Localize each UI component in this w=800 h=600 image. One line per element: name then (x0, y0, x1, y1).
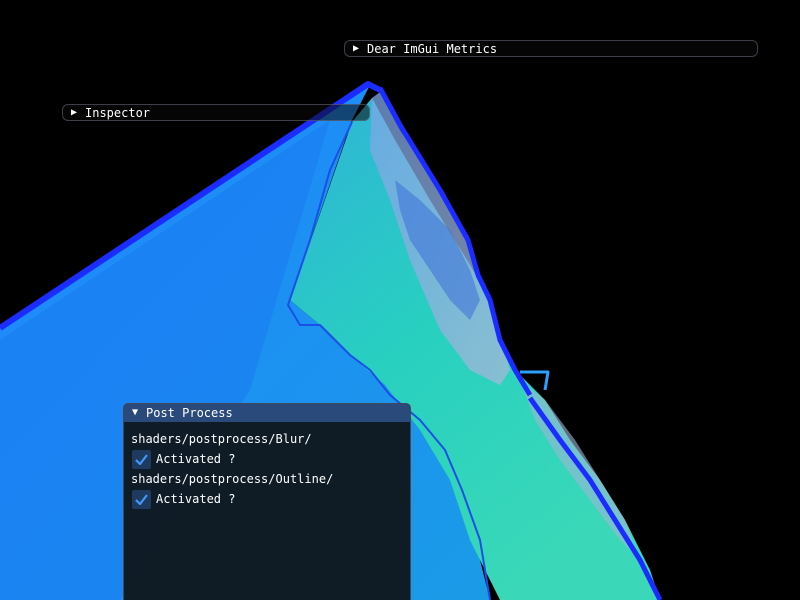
inspector-window[interactable]: ▶ Inspector (62, 104, 370, 121)
triangle-right-icon[interactable]: ▶ (68, 107, 80, 118)
outline-activated-checkbox[interactable] (132, 489, 151, 509)
blur-activated-label: Activated ? (156, 452, 236, 466)
outline-activated-label: Activated ? (156, 492, 236, 506)
metrics-window[interactable]: ▶ Dear ImGui Metrics (344, 40, 758, 57)
post-process-window: ▼ Post Process shaders/postprocess/Blur/… (123, 403, 411, 600)
inspector-window-title: Inspector (85, 105, 151, 120)
post-process-titlebar[interactable]: ▼ Post Process (124, 404, 410, 422)
post-process-content: shaders/postprocess/Blur/ Activated ? sh… (124, 422, 410, 509)
triangle-down-icon[interactable]: ▼ (129, 408, 141, 418)
triangle-right-icon[interactable]: ▶ (350, 43, 362, 54)
outline-activated-row[interactable]: Activated ? (131, 489, 403, 509)
shader-blur-path-row: shaders/postprocess/Blur/ (131, 429, 403, 449)
checkmark-icon (135, 453, 148, 465)
checkmark-icon (135, 493, 148, 505)
post-process-title: Post Process (146, 406, 233, 420)
blur-activated-row[interactable]: Activated ? (131, 449, 403, 469)
shader-outline-path-row: shaders/postprocess/Outline/ (131, 469, 403, 489)
blur-activated-checkbox[interactable] (132, 449, 151, 469)
metrics-window-title: Dear ImGui Metrics (367, 41, 498, 56)
shader-blur-path: shaders/postprocess/Blur/ (131, 432, 312, 446)
shader-outline-path: shaders/postprocess/Outline/ (131, 472, 334, 486)
